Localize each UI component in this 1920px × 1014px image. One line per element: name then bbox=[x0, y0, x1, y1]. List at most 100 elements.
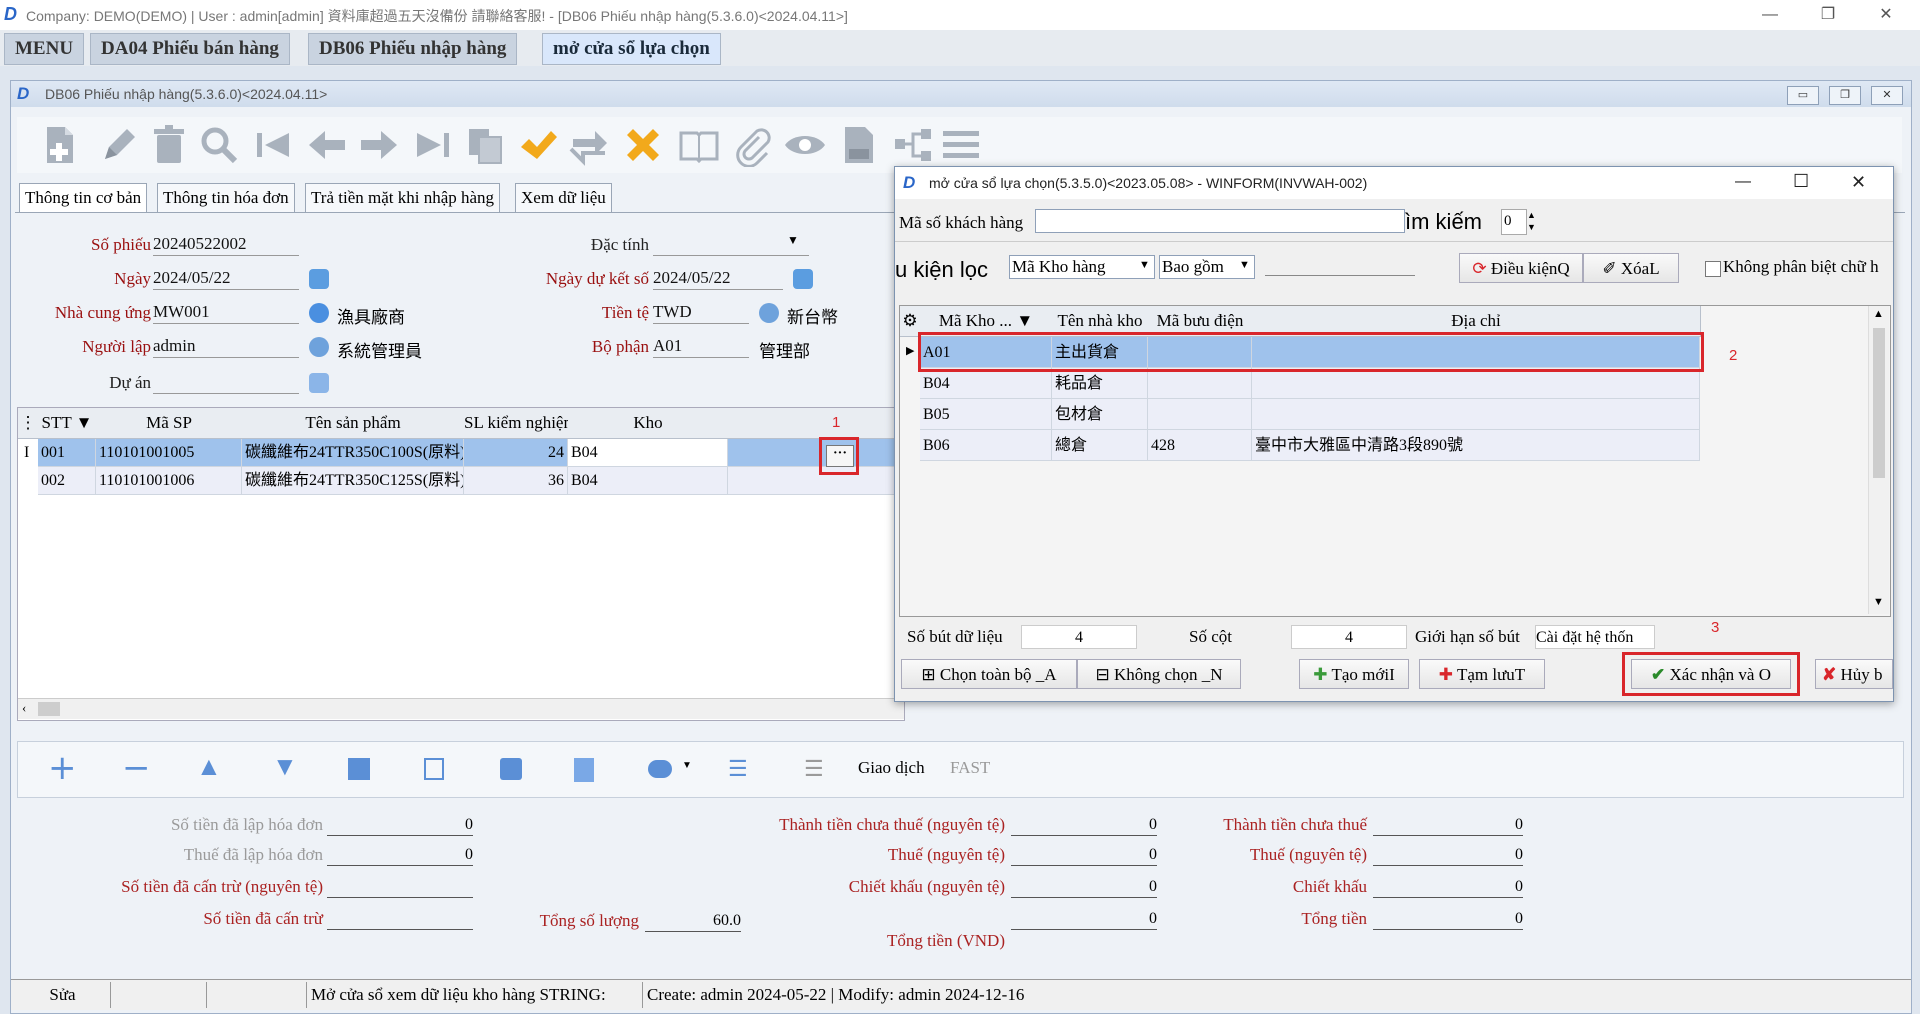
chevron-down-icon-3[interactable]: ▼ bbox=[1139, 259, 1150, 271]
copy-document-icon[interactable] bbox=[463, 123, 507, 167]
col-stt[interactable]: STT ▼ bbox=[38, 408, 97, 439]
remove-row-icon[interactable]: − bbox=[122, 748, 151, 788]
deselect-button[interactable]: ⊟ Không chọn _N bbox=[1077, 659, 1241, 689]
filter-value-input[interactable] bbox=[1265, 275, 1415, 276]
cell-kho[interactable]: B04 bbox=[568, 439, 728, 467]
cancel-x-icon[interactable] bbox=[621, 123, 665, 167]
tab-db06[interactable]: DB06 Phiếu nhập hàng bbox=[308, 33, 518, 65]
save-disk-icon[interactable] bbox=[500, 758, 522, 780]
ncc-field[interactable]: MW001 bbox=[153, 301, 299, 324]
cell-kho[interactable]: B04 bbox=[568, 467, 728, 495]
chevron-down-icon[interactable]: ▼ bbox=[787, 233, 799, 248]
dieu-kien-button[interactable]: ⟳ Điều kiệnQ bbox=[1459, 253, 1583, 283]
clipboard-icon[interactable] bbox=[309, 373, 329, 393]
table-row[interactable]: 002 110101001006 碳纖維布24TTR350C125S(原料) 3… bbox=[38, 467, 904, 495]
new-document-icon[interactable] bbox=[37, 123, 81, 167]
scroll-up-icon[interactable]: ▲ bbox=[1873, 308, 1884, 320]
calendar-icon[interactable] bbox=[309, 269, 329, 289]
dialog-minimize-button[interactable]: — bbox=[1735, 173, 1751, 191]
cell-ma-kho[interactable]: B06 bbox=[920, 430, 1052, 461]
restore-button[interactable]: ❐ bbox=[1808, 2, 1848, 28]
cell-dia-chi[interactable] bbox=[1252, 368, 1700, 399]
xoa-button[interactable]: ✐ XóaL bbox=[1583, 253, 1679, 283]
ma-kh-input[interactable] bbox=[1035, 209, 1405, 233]
list-icon[interactable]: ☰ bbox=[728, 756, 748, 782]
inner-minimize-button[interactable]: ▭ bbox=[1787, 86, 1819, 105]
document-icon[interactable] bbox=[574, 758, 594, 782]
spinner-arrows-icon[interactable]: ▲ ▼ bbox=[1527, 209, 1536, 233]
cell-sl[interactable]: 36 bbox=[464, 467, 568, 495]
du-an-field[interactable] bbox=[153, 371, 299, 394]
scroll-left-icon[interactable]: ‹ bbox=[22, 700, 26, 716]
cell-ten-sp[interactable]: 碳纖維布24TTR350C125S(原料) bbox=[242, 467, 464, 495]
select-all-button[interactable]: ⊞ Chọn toàn bộ _A bbox=[901, 659, 1077, 689]
cell-ma-buu-dien[interactable] bbox=[1148, 399, 1252, 430]
chevron-down-icon-2[interactable]: ▼ bbox=[682, 760, 692, 771]
search-icon[interactable] bbox=[197, 123, 241, 167]
subtab-cash-payment[interactable]: Trả tiền mặt khi nhập hàng bbox=[305, 183, 501, 213]
first-record-icon[interactable] bbox=[251, 123, 295, 167]
cell-ma-buu-dien[interactable]: 428 bbox=[1148, 430, 1252, 461]
view-eye-icon[interactable] bbox=[783, 123, 827, 167]
next-record-icon[interactable] bbox=[357, 123, 401, 167]
inner-close-button[interactable]: ✕ bbox=[1871, 86, 1903, 105]
attachment-paperclip-icon[interactable] bbox=[729, 123, 773, 168]
delete-trash-icon[interactable] bbox=[147, 123, 191, 167]
ngay-du-ket-field[interactable]: 2024/05/22 bbox=[653, 267, 783, 290]
confirm-check-icon[interactable] bbox=[515, 123, 559, 167]
dac-tinh-select[interactable] bbox=[653, 233, 809, 256]
temp-save-button[interactable]: ✚ Tạm lưuT bbox=[1419, 659, 1545, 689]
move-down-icon[interactable]: ▼ bbox=[272, 752, 298, 782]
cell-dia-chi[interactable] bbox=[1252, 399, 1700, 430]
col-kho[interactable]: Kho bbox=[568, 408, 729, 439]
cell-sl[interactable]: 24 bbox=[464, 439, 568, 467]
tag-icon[interactable] bbox=[648, 760, 672, 778]
tim-kiem-spinner[interactable]: 0 bbox=[1501, 209, 1527, 235]
chevron-down-icon-4[interactable]: ▼ bbox=[1239, 259, 1250, 271]
grid-handle[interactable]: ⋮ bbox=[18, 408, 39, 439]
export-excel-icon[interactable] bbox=[837, 123, 881, 167]
nguoi-lap-field[interactable]: admin bbox=[153, 335, 299, 358]
subtab-invoice-info[interactable]: Thông tin hóa đơn bbox=[157, 183, 295, 213]
list-icon-2[interactable]: ☰ bbox=[804, 756, 824, 782]
v-scrollbar[interactable]: ▲ ▼ bbox=[1868, 306, 1889, 614]
scroll-thumb[interactable] bbox=[38, 702, 60, 716]
ngay-field[interactable]: 2024/05/22 bbox=[153, 267, 299, 290]
tab-selection-window[interactable]: mở cửa sổ lựa chọn bbox=[542, 33, 721, 65]
user-icon[interactable] bbox=[309, 337, 329, 357]
subtab-basic-info[interactable]: Thông tin cơ bản bbox=[19, 183, 148, 213]
cell-ten-nha-kho[interactable]: 總倉 bbox=[1052, 430, 1148, 461]
h-scrollbar[interactable]: ‹ bbox=[18, 698, 904, 719]
close-button[interactable]: ✕ bbox=[1866, 2, 1906, 28]
filter-field-select[interactable]: Mã Kho hàng bbox=[1009, 255, 1155, 279]
bo-phan-field[interactable]: A01 bbox=[653, 335, 749, 358]
tab-menu[interactable]: MENU bbox=[4, 33, 85, 65]
clipboard-copy-icon[interactable] bbox=[424, 758, 444, 780]
transfer-arrows-icon[interactable] bbox=[567, 123, 611, 167]
list-item[interactable]: B04 耗品倉 bbox=[920, 368, 1700, 399]
cell-ten-sp[interactable]: 碳纖維布24TTR350C100S(原料) bbox=[242, 439, 464, 467]
previous-record-icon[interactable] bbox=[305, 123, 349, 167]
last-record-icon[interactable] bbox=[411, 123, 455, 167]
sort-down-icon[interactable]: ▼ bbox=[71, 413, 93, 432]
minimize-button[interactable]: — bbox=[1750, 2, 1790, 28]
move-up-icon[interactable]: ▲ bbox=[196, 752, 222, 782]
insert-block-icon[interactable] bbox=[348, 758, 370, 780]
edit-pencil-icon[interactable] bbox=[97, 123, 141, 167]
so-phieu-field[interactable]: 20240522002 bbox=[153, 233, 299, 256]
subtab-view-data[interactable]: Xem dữ liệu bbox=[515, 183, 612, 213]
open-book-icon[interactable] bbox=[677, 123, 721, 167]
menu-lines-icon[interactable] bbox=[939, 123, 983, 167]
supplier-icon[interactable] bbox=[309, 303, 329, 323]
cell-stt[interactable]: 001 bbox=[38, 439, 96, 467]
dialog-maximize-button[interactable]: ☐ bbox=[1793, 171, 1809, 192]
tab-da04[interactable]: DA04 Phiếu bán hàng bbox=[90, 33, 290, 65]
cell-ten-nha-kho[interactable]: 包材倉 bbox=[1052, 399, 1148, 430]
table-row[interactable]: 001 110101001005 碳纖維布24TTR350C100S(原料) 2… bbox=[38, 439, 904, 467]
flow-diagram-icon[interactable] bbox=[891, 123, 935, 167]
cell-dia-chi[interactable]: 臺中市大雅區中清路3段890號 bbox=[1252, 430, 1700, 461]
cell-stt[interactable]: 002 bbox=[38, 467, 96, 495]
dialog-close-button[interactable]: ✕ bbox=[1851, 172, 1866, 193]
case-insensitive-checkbox[interactable] bbox=[1705, 261, 1721, 277]
calendar-icon-2[interactable] bbox=[793, 269, 813, 289]
